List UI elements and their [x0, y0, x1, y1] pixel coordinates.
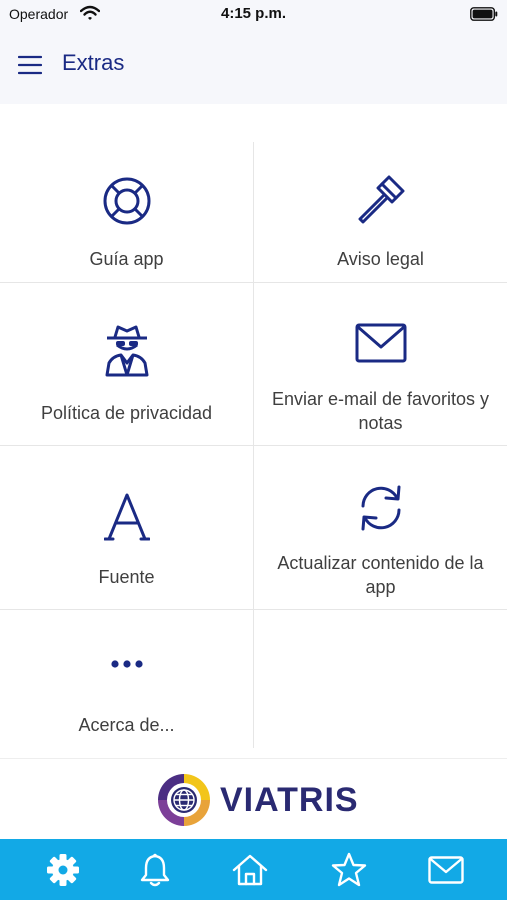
star-icon	[331, 852, 366, 886]
grid-item-actualizar-contenido[interactable]: Actualizar contenido de la app	[254, 446, 507, 609]
grid-item-label: Guía app	[89, 249, 164, 269]
grid-item-label: Actualizar contenido de la app	[277, 553, 484, 597]
more-icon	[110, 660, 143, 668]
header: Extras	[0, 28, 507, 104]
font-icon	[103, 493, 150, 541]
grid-item-label: Acerca de...	[78, 715, 175, 735]
page-title: Extras	[62, 50, 125, 75]
tab-favorites[interactable]	[298, 839, 399, 900]
tab-settings[interactable]	[12, 839, 113, 900]
mail-icon	[427, 855, 464, 884]
bell-icon	[140, 853, 169, 886]
grid-item-label: Política de privacidad	[40, 403, 213, 423]
tab-notifications[interactable]	[104, 839, 205, 900]
grid-item-enviar-email[interactable]: Enviar e-mail de favoritos y notas	[254, 283, 507, 445]
grid-item-acerca-de[interactable]: Acerca de...	[0, 610, 253, 750]
grid-item-label: Enviar e-mail de favoritos y notas	[271, 389, 490, 433]
envelope-icon	[355, 323, 406, 363]
grid-item-label: Aviso legal	[337, 249, 424, 269]
grid-item-fuente[interactable]: Fuente	[0, 446, 253, 609]
gavel-icon	[358, 175, 404, 224]
refresh-icon	[361, 485, 400, 531]
viatris-logo-text: VIATRIS	[220, 781, 359, 819]
grid-item-guia-app[interactable]: Guía app	[0, 142, 253, 282]
tab-home[interactable]	[199, 839, 300, 900]
spy-icon	[105, 325, 148, 377]
battery-icon	[470, 7, 498, 21]
grid-item-aviso-legal[interactable]: Aviso legal	[254, 142, 507, 282]
lifebuoy-icon	[103, 177, 150, 225]
tab-bar	[0, 839, 507, 900]
menu-icon[interactable]	[18, 54, 42, 76]
status-bar: Operador 4:15 p.m.	[0, 0, 507, 28]
viatris-logo-mark	[158, 774, 210, 826]
grid-item-politica-privacidad[interactable]: Política de privacidad	[0, 283, 253, 445]
grid-item-label: Fuente	[98, 567, 155, 587]
home-icon	[232, 854, 267, 885]
tab-messages[interactable]	[395, 839, 496, 900]
logo-band: VIATRIS	[0, 758, 507, 838]
gear-icon	[46, 853, 79, 886]
status-time: 4:15 p.m.	[220, 5, 287, 22]
